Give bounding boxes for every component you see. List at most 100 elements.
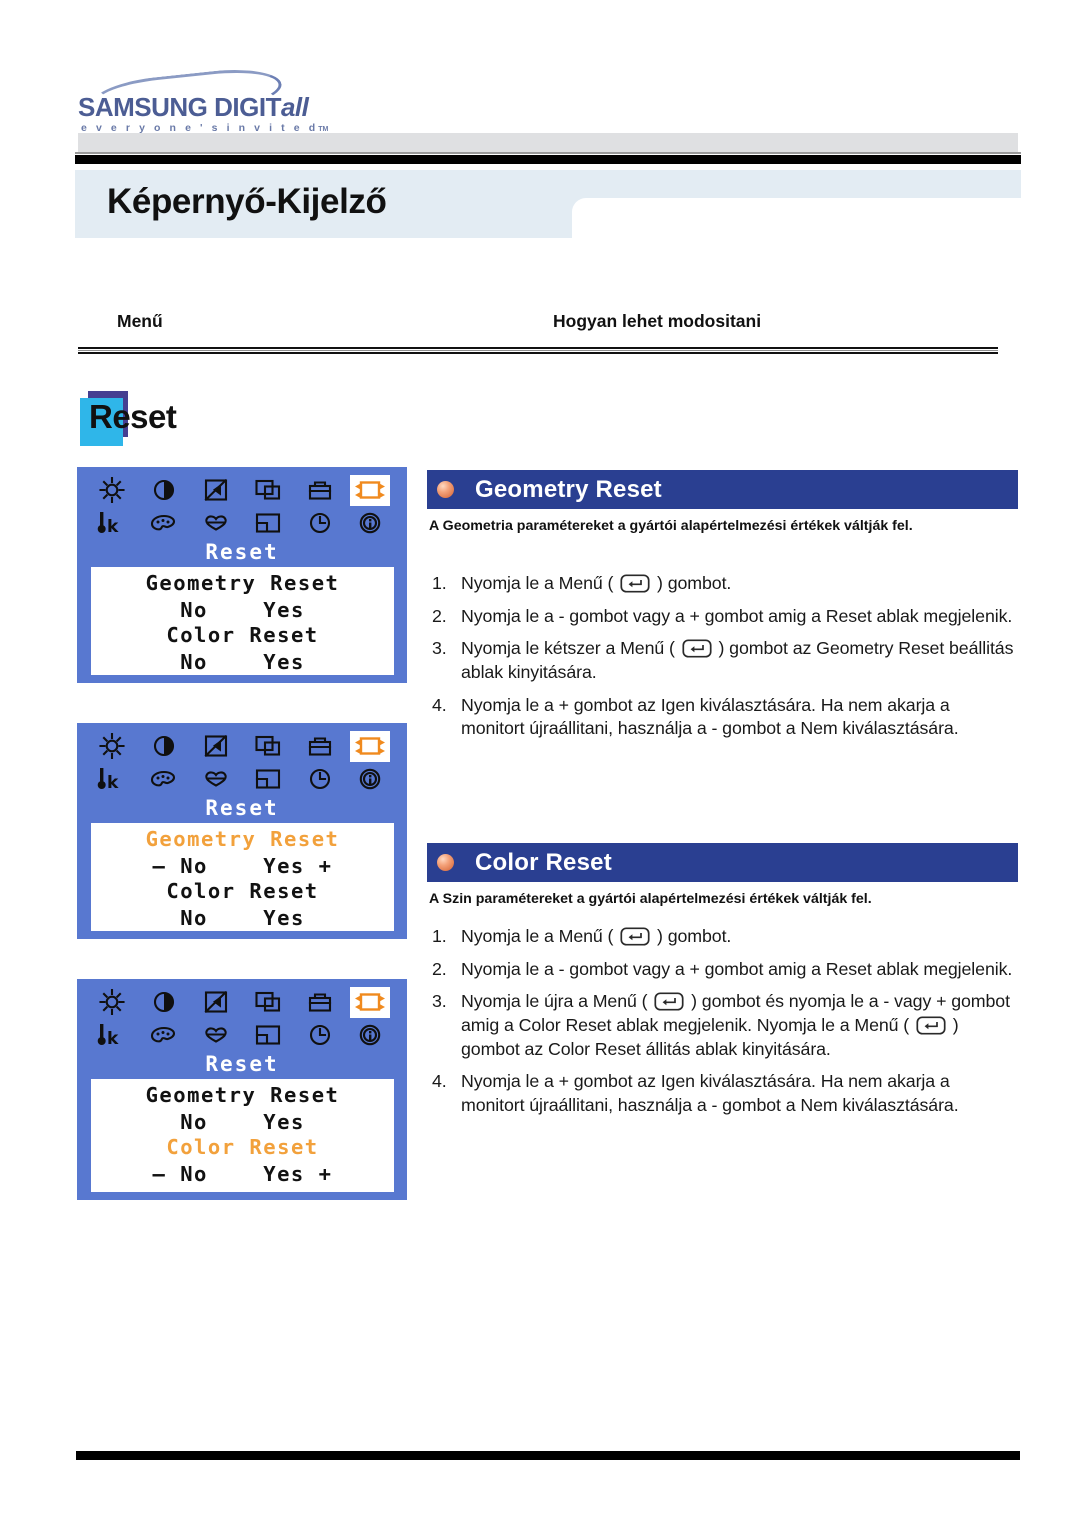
osd-option-box: Geometry Reset No Yes Color Reset No Yes — [91, 567, 394, 675]
section-label-reset: Reset — [80, 391, 230, 449]
information-icon — [350, 508, 390, 539]
step-text: Nyomja le a Menű ( — [461, 926, 619, 946]
contrast-icon — [144, 731, 184, 762]
step-number: 4. — [432, 1071, 447, 1092]
osd-preview-panel: k Reset Geometry Reset No Yes Color Rese… — [77, 979, 407, 1200]
osd-option-line: No Yes — [180, 906, 305, 930]
step-number: 3. — [432, 638, 447, 659]
instruction-step: 2. Nyomja le a - gombot vagy a + gombot a… — [429, 605, 1017, 629]
section-heading-text: Color Reset — [475, 849, 612, 876]
reset-icon — [350, 987, 390, 1018]
step-number: 1. — [432, 926, 447, 946]
osd-timer-icon — [300, 1020, 340, 1051]
osd-option-line: Geometry Reset — [145, 1083, 340, 1107]
brightness-icon — [92, 475, 132, 506]
section-header-geometry-reset: Geometry Reset — [427, 470, 1018, 509]
color-tone-icon — [196, 1020, 236, 1051]
contrast-icon — [144, 475, 184, 506]
osd-icon-grid: k — [92, 475, 392, 541]
sharpness-icon — [196, 731, 236, 762]
section-description: A Szin paramétereket a gyártói alapértel… — [429, 891, 872, 907]
section-heading-text: Geometry Reset — [475, 476, 662, 503]
step-text: Nyomja le a + gombot az Igen kiválasztás… — [461, 1071, 959, 1115]
brightness-icon — [92, 731, 132, 762]
section-label-text: Reset — [89, 398, 177, 435]
instruction-step: 4. Nyomja le a + gombot az Igen kiválaszt… — [429, 1070, 1017, 1117]
step-text: Nyomja le kétszer a Menű ( — [461, 638, 680, 659]
menu-button-icon — [682, 639, 712, 658]
information-icon — [350, 1020, 390, 1051]
color-tone-icon — [196, 508, 236, 539]
menu-button-icon — [916, 1016, 946, 1035]
step-number: 1. — [432, 573, 447, 593]
reset-icon — [350, 731, 390, 762]
osd-menu-title: Reset — [205, 1052, 279, 1076]
information-icon — [350, 764, 390, 795]
osd-option-line: Color Reset — [166, 879, 319, 903]
step-text: Nyomja le a - gombot vagy a + gombot ami… — [461, 605, 1013, 626]
step-text: ) gombot. — [652, 926, 732, 946]
step-text: ) gombot. — [652, 573, 732, 593]
menu-button-icon — [620, 574, 650, 593]
osd-option-line: No Yes — [180, 598, 305, 622]
bullet-sphere-icon — [437, 481, 454, 498]
osd-option-line: – No Yes + — [152, 854, 333, 878]
column-header-divider — [78, 347, 998, 354]
step-text: Nyomja le a + gombot az Igen kiválasztás… — [461, 694, 959, 739]
osd-position-icon — [248, 764, 288, 795]
color-tone-icon — [196, 764, 236, 795]
section-header-color-reset: Color Reset — [427, 843, 1018, 882]
image-lock-icon — [300, 987, 340, 1018]
instruction-list-geometry-reset: 1. Nyomja le a Menű ( ) gombot. 2. Nyomja l… — [429, 572, 1017, 750]
menu-button-icon — [620, 927, 650, 946]
menu-button-icon — [654, 992, 684, 1011]
osd-menu-title: Reset — [205, 796, 279, 820]
osd-preview-panel: k Reset Geometry Reset No Yes Color Rese… — [77, 467, 407, 683]
page-title: Képernyő-Kijelző — [107, 182, 387, 221]
step-text: Nyomja le a - gombot vagy a + gombot ami… — [461, 958, 1013, 979]
osd-option-box: Geometry Reset No Yes Color Reset – No Y… — [91, 1079, 394, 1192]
image-lock-icon — [300, 731, 340, 762]
instruction-step: 2. Nyomja le a - gombot vagy a + gombot a… — [429, 958, 1017, 982]
osd-option-line: Color Reset — [166, 623, 319, 647]
h-position-icon — [248, 475, 288, 506]
osd-option-line: No Yes — [180, 1110, 305, 1134]
column-header-menu: Menű — [117, 311, 163, 331]
h-position-icon — [248, 731, 288, 762]
osd-menu-title: Reset — [205, 540, 279, 564]
samsung-logo: SAMSUNG DIGITall e v e r y o n e ' s i n… — [78, 64, 338, 136]
sharpness-icon — [196, 475, 236, 506]
svg-text:k: k — [107, 1029, 119, 1049]
osd-preview-panel: k Reset Geometry Reset – No Yes + Color … — [77, 723, 407, 939]
color-temperature-icon: k — [92, 508, 132, 539]
bullet-sphere-icon — [437, 854, 454, 871]
header-gray-band — [78, 133, 1018, 154]
image-lock-icon — [300, 475, 340, 506]
osd-position-icon — [248, 1020, 288, 1051]
step-number: 2. — [432, 605, 447, 626]
svg-text:k: k — [107, 773, 119, 793]
svg-text:k: k — [107, 517, 119, 537]
footer-rule — [76, 1451, 1020, 1460]
step-number: 4. — [432, 694, 447, 715]
color-palette-icon — [144, 764, 184, 795]
osd-icon-grid: k — [92, 731, 392, 797]
instruction-step: 4. Nyomja le a + gombot az Igen kiválaszt… — [429, 694, 1017, 741]
osd-timer-icon — [300, 764, 340, 795]
osd-option-line: Geometry Reset — [145, 571, 340, 595]
color-palette-icon — [144, 508, 184, 539]
sharpness-icon — [196, 987, 236, 1018]
step-text: Nyomja le újra a Menű ( — [461, 991, 653, 1012]
osd-timer-icon — [300, 508, 340, 539]
color-temperature-icon: k — [92, 1020, 132, 1051]
color-temperature-icon: k — [92, 764, 132, 795]
osd-option-box: Geometry Reset – No Yes + Color Reset No… — [91, 823, 394, 931]
step-number: 2. — [432, 958, 447, 979]
brightness-icon — [92, 987, 132, 1018]
osd-position-icon — [248, 508, 288, 539]
logo-wordmark: SAMSUNG DIGITall — [78, 92, 309, 122]
reset-icon — [350, 475, 390, 506]
header-thin-rule — [75, 152, 1021, 154]
osd-option-line-selected: Geometry Reset — [145, 827, 340, 851]
header-black-rule — [75, 155, 1021, 164]
